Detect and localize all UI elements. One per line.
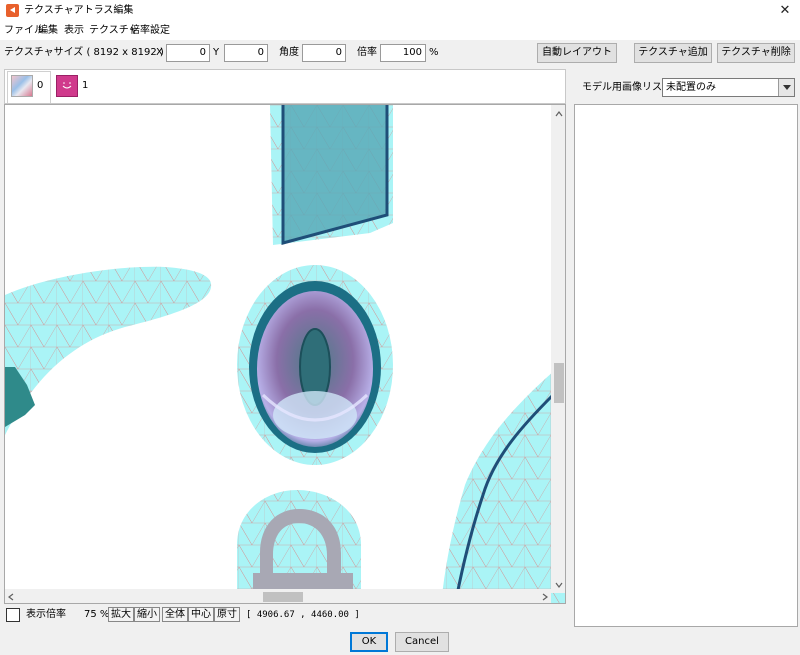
- filter-select[interactable]: 未配置のみ: [662, 78, 795, 97]
- uv-island-bottom: [237, 490, 361, 603]
- tab-index: 0: [37, 80, 44, 91]
- menu-edit[interactable]: 編集: [38, 25, 58, 37]
- y-input[interactable]: 0: [224, 44, 268, 62]
- texture-thumbnail-icon: [56, 75, 78, 97]
- model-image-list[interactable]: [574, 104, 798, 627]
- texture-size-label: テクスチャサイズ ( 8192 x 8192 ): [4, 47, 164, 58]
- cursor-coordinates: [ 4906.67 , 4460.00 ]: [246, 610, 360, 620]
- model-image-list-label: モデル用画像リスト: [582, 82, 672, 93]
- uv-mesh-view[interactable]: [5, 105, 566, 604]
- uv-island-top: [270, 105, 393, 245]
- center-button[interactable]: 中心: [188, 607, 214, 622]
- percent-label: %: [429, 47, 439, 58]
- title-bar: テクスチャアトラス編集 ✕: [0, 0, 800, 22]
- x-label: X: [156, 47, 163, 58]
- angle-input[interactable]: 0: [302, 44, 346, 62]
- ok-button[interactable]: OK: [350, 632, 388, 652]
- zoom-value: 75 %: [84, 609, 110, 620]
- vertical-scrollbar-thumb[interactable]: [554, 363, 564, 403]
- uv-island-left: [5, 266, 212, 435]
- menu-view[interactable]: 表示: [64, 25, 84, 37]
- filter-select-value: 未配置のみ: [666, 82, 716, 93]
- fit-all-button[interactable]: 全体: [162, 607, 188, 622]
- close-icon[interactable]: ✕: [772, 1, 798, 21]
- zoom-label: 表示倍率: [26, 609, 66, 620]
- toolbar: テクスチャサイズ ( 8192 x 8192 ) X 0 Y 0 角度 0 倍率…: [0, 40, 800, 68]
- uv-island-eye: [237, 265, 393, 465]
- texture-tab-strip: 0 1: [4, 69, 566, 104]
- texture-thumbnail-icon: [11, 75, 33, 97]
- chevron-down-icon: [783, 85, 791, 90]
- horizontal-scrollbar-thumb[interactable]: [263, 592, 303, 602]
- texture-canvas[interactable]: [4, 104, 566, 604]
- window-title: テクスチャアトラス編集: [24, 5, 134, 16]
- scale-label: 倍率: [357, 47, 377, 58]
- zoom-out-button[interactable]: 縮小: [134, 607, 160, 622]
- app-icon: [6, 4, 19, 17]
- uv-island-right: [441, 361, 565, 603]
- scale-input[interactable]: 100: [380, 44, 426, 62]
- dropdown-button[interactable]: [778, 79, 794, 96]
- status-bar: 表示倍率 75 % 拡大 縮小 全体 中心 原寸 [ 4906.67 , 446…: [4, 605, 566, 625]
- tab-texture-1[interactable]: 1: [53, 71, 93, 103]
- original-size-button[interactable]: 原寸: [214, 607, 240, 622]
- angle-label: 角度: [279, 47, 299, 58]
- menu-bar: ファイル 編集 表示 テクスチャ 倍率設定: [0, 22, 800, 40]
- y-label: Y: [213, 47, 220, 58]
- cancel-button[interactable]: Cancel: [395, 632, 449, 652]
- delete-texture-button[interactable]: テクスチャ削除: [717, 43, 795, 63]
- auto-layout-button[interactable]: 自動レイアウト: [537, 43, 617, 63]
- tab-texture-0[interactable]: 0: [7, 71, 51, 103]
- tab-index: 1: [82, 80, 89, 91]
- vertical-scrollbar[interactable]: [551, 105, 566, 593]
- x-input[interactable]: 0: [166, 44, 210, 62]
- menu-scale-settings[interactable]: 倍率設定: [130, 25, 170, 37]
- show-scale-checkbox[interactable]: [6, 608, 20, 622]
- add-texture-button[interactable]: テクスチャ追加: [634, 43, 712, 63]
- zoom-in-button[interactable]: 拡大: [108, 607, 134, 622]
